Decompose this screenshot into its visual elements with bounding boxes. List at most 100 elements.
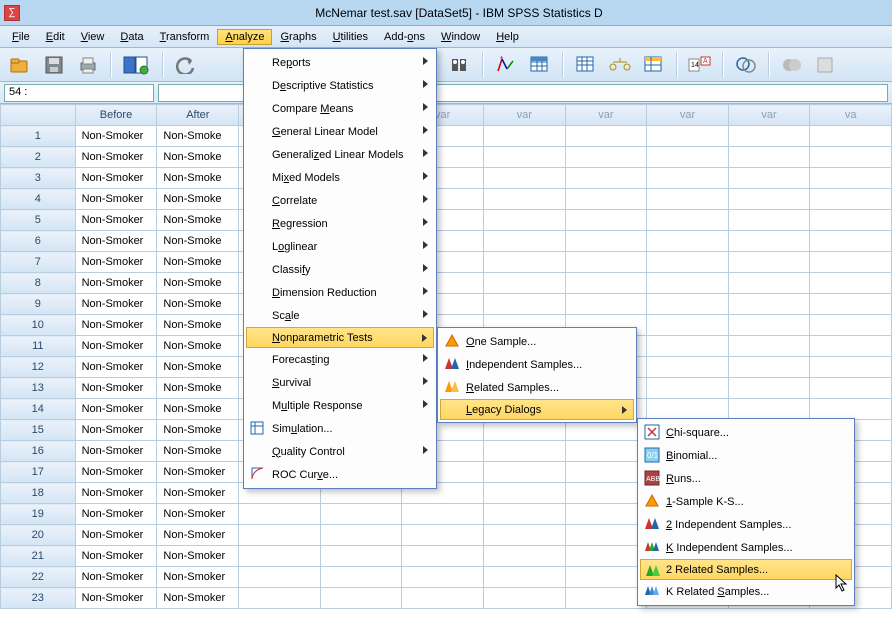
cell[interactable] [483, 588, 565, 609]
cell[interactable] [810, 378, 892, 399]
cell[interactable]: Non-Smoker [75, 315, 157, 336]
cell[interactable] [647, 147, 729, 168]
cell[interactable]: Non-Smoker [75, 399, 157, 420]
row-header[interactable]: 5 [1, 210, 76, 231]
cell[interactable] [810, 147, 892, 168]
cell[interactable]: Non-Smoker [75, 441, 157, 462]
find-icon[interactable] [446, 52, 474, 78]
cell[interactable]: Non-Smoke [157, 399, 239, 420]
cell[interactable] [402, 525, 484, 546]
cell[interactable]: Non-Smoker [75, 147, 157, 168]
cell[interactable] [565, 525, 647, 546]
cell[interactable] [565, 567, 647, 588]
cell[interactable] [810, 357, 892, 378]
cell[interactable] [647, 357, 729, 378]
print-icon[interactable] [74, 52, 102, 78]
menu-item-nonparametric-tests[interactable]: Nonparametric Tests [246, 327, 434, 348]
row-header[interactable]: 18 [1, 483, 76, 504]
cell[interactable] [239, 588, 321, 609]
row-header[interactable]: 17 [1, 462, 76, 483]
row-header[interactable]: 3 [1, 168, 76, 189]
cell[interactable]: Non-Smoker [157, 525, 239, 546]
cell[interactable]: Non-Smoker [157, 504, 239, 525]
cell[interactable]: Non-Smoker [75, 231, 157, 252]
grid1-icon[interactable] [526, 52, 554, 78]
cell[interactable] [565, 462, 647, 483]
cell[interactable] [728, 147, 810, 168]
menu-file[interactable]: File [4, 29, 38, 45]
column-header-var[interactable]: va [810, 105, 892, 126]
cell[interactable] [647, 231, 729, 252]
cell[interactable] [565, 504, 647, 525]
cell[interactable]: Non-Smoke [157, 231, 239, 252]
cell[interactable] [647, 126, 729, 147]
cell[interactable]: Non-Smoker [75, 546, 157, 567]
cell[interactable] [647, 315, 729, 336]
row-header[interactable]: 6 [1, 231, 76, 252]
menu-item-correlate[interactable]: Correlate [246, 189, 434, 212]
cell[interactable] [647, 399, 729, 420]
menu-item-binomial[interactable]: 0/1Binomial... [640, 444, 852, 467]
cell[interactable]: Non-Smoke [157, 357, 239, 378]
cell[interactable] [728, 378, 810, 399]
menu-transform[interactable]: Transform [152, 29, 218, 45]
redo-icon[interactable] [206, 52, 234, 78]
labels-icon[interactable]: 14A [686, 52, 714, 78]
cell[interactable] [647, 189, 729, 210]
cell[interactable] [565, 273, 647, 294]
cell[interactable] [565, 147, 647, 168]
cell[interactable]: Non-Smoker [75, 525, 157, 546]
cell[interactable] [728, 126, 810, 147]
row-header[interactable]: 21 [1, 546, 76, 567]
menu-item-related-samples[interactable]: Related Samples... [440, 376, 634, 399]
cell[interactable] [239, 525, 321, 546]
row-header[interactable]: 20 [1, 525, 76, 546]
cell[interactable] [565, 168, 647, 189]
cell[interactable]: Non-Smoker [75, 462, 157, 483]
cell[interactable] [810, 294, 892, 315]
row-header[interactable]: 15 [1, 420, 76, 441]
cell[interactable] [565, 231, 647, 252]
row-header[interactable]: 4 [1, 189, 76, 210]
cell[interactable] [483, 147, 565, 168]
cell[interactable]: Non-Smoker [75, 210, 157, 231]
cell[interactable] [239, 504, 321, 525]
cell[interactable] [728, 168, 810, 189]
menu-item-loglinear[interactable]: Loglinear [246, 235, 434, 258]
cell[interactable] [728, 399, 810, 420]
cell[interactable] [320, 525, 402, 546]
menu-item-2-related-samples[interactable]: 2 Related Samples... [640, 559, 852, 580]
column-header-var[interactable]: var [728, 105, 810, 126]
cell[interactable]: Non-Smoker [75, 126, 157, 147]
chart-icon[interactable]: * [492, 52, 520, 78]
menu-graphs[interactable]: Graphs [272, 29, 324, 45]
menu-item-compare-means[interactable]: Compare Means [246, 97, 434, 120]
weight-icon[interactable] [606, 52, 634, 78]
menu-item-survival[interactable]: Survival [246, 371, 434, 394]
cell[interactable] [647, 252, 729, 273]
cell[interactable] [483, 126, 565, 147]
row-header[interactable]: 12 [1, 357, 76, 378]
cell[interactable] [728, 189, 810, 210]
cell[interactable] [728, 315, 810, 336]
menu-item-dimension-reduction[interactable]: Dimension Reduction [246, 281, 434, 304]
menu-item-roc-curve[interactable]: ROC Curve... [246, 463, 434, 486]
cell[interactable] [647, 168, 729, 189]
column-header-after[interactable]: After [157, 105, 239, 126]
cell[interactable] [728, 210, 810, 231]
column-header-var[interactable]: var [565, 105, 647, 126]
cell[interactable]: Non-Smoker [75, 189, 157, 210]
cell[interactable] [728, 273, 810, 294]
misc2-icon[interactable] [812, 52, 840, 78]
menu-utilities[interactable]: Utilities [325, 29, 376, 45]
undo-icon[interactable] [172, 52, 200, 78]
sets-icon[interactable] [732, 52, 760, 78]
cell[interactable]: Non-Smoker [75, 378, 157, 399]
cell[interactable] [483, 483, 565, 504]
menu-item-classify[interactable]: Classify [246, 258, 434, 281]
cell[interactable]: Non-Smoker [75, 420, 157, 441]
menu-item-1-sample-ks[interactable]: 1-Sample K-S... [640, 490, 852, 513]
cell[interactable] [402, 588, 484, 609]
cell[interactable] [810, 315, 892, 336]
cell[interactable] [483, 294, 565, 315]
